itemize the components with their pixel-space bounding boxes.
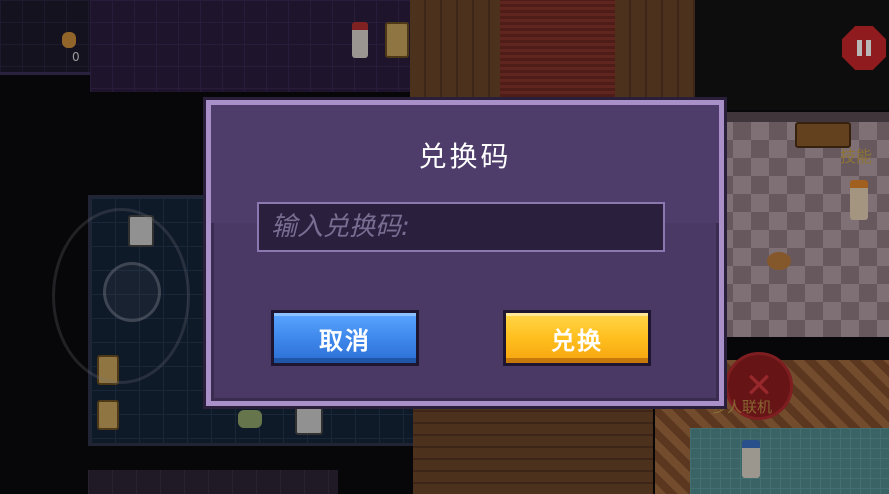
- redeem-code-input[interactable]: [257, 202, 665, 252]
- redeem-button[interactable]: 兑换: [503, 310, 651, 366]
- dialog-title: 兑换码: [418, 140, 512, 173]
- redeem-code-dialog: 兑换码 取消 兑换: [206, 100, 724, 406]
- cancel-button[interactable]: 取消: [271, 310, 419, 366]
